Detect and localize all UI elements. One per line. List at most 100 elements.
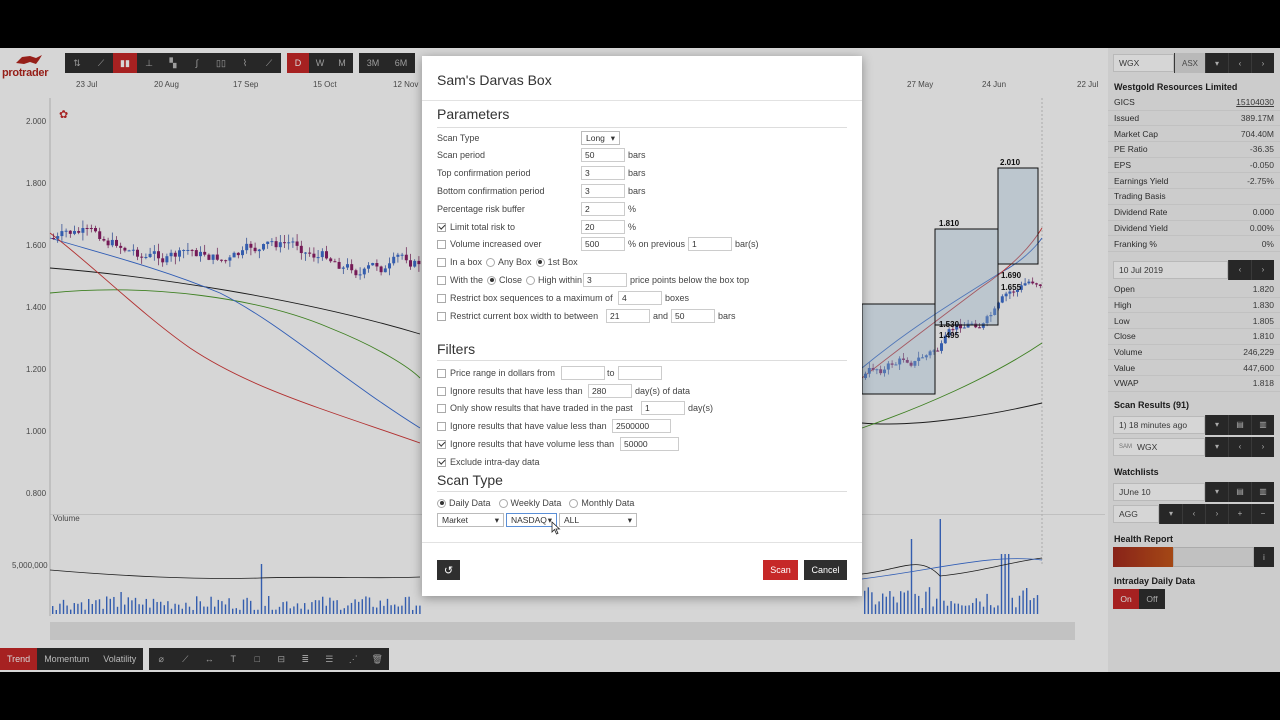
traded-label: Only show results that have traded in th… [450,403,633,413]
filters-heading: Filters [437,341,476,357]
high-within-label: High within [538,275,583,285]
chevron-down-icon: ▾ [610,132,615,143]
bars-unit: bars [628,186,646,196]
ignore-volume-row: Ignore results that have volume less tha… [437,437,614,451]
traded-days-input[interactable]: 1 [641,401,685,415]
with-the-row: With the Close High within [437,273,582,287]
restrict-sequence-checkbox[interactable] [437,293,446,303]
with-the-checkbox[interactable] [437,275,446,285]
restrict-width-from-input[interactable]: 21 [606,309,650,323]
any-box-label: Any Box [498,257,532,267]
ignore-value-input[interactable]: 2500000 [612,419,671,433]
ignore-days-checkbox[interactable] [437,386,446,396]
boxes-unit: boxes [665,293,690,303]
traded-checkbox[interactable] [437,403,446,413]
scan-period-label: Scan period [437,150,486,160]
percent-unit: % [628,204,637,214]
ignore-value-checkbox[interactable] [437,421,446,431]
volume-increase-unit: % on previous [628,239,686,249]
price-from-input[interactable] [561,366,605,380]
cancel-button[interactable]: Cancel [804,560,847,580]
price-to-input[interactable] [618,366,662,380]
ignore-volume-label: Ignore results that have volume less tha… [450,439,615,449]
limit-risk-label: Limit total risk to [450,222,516,232]
close-label: Close [499,275,523,285]
close-radio[interactable] [487,275,497,285]
data-frequency-row: Daily Data Weekly Data Monthly Data [437,496,634,510]
market-select[interactable]: Market ▾ [437,513,504,527]
limit-risk-checkbox[interactable] [437,222,446,232]
daily-data-label: Daily Data [449,498,491,508]
bottom-confirmation-label: Bottom confirmation period [437,186,545,196]
chevron-down-icon: ▾ [627,514,632,525]
scan-button[interactable]: Scan [763,560,798,580]
sector-select[interactable]: ALL ▾ [559,513,637,527]
with-the-label: With the [450,275,484,285]
and-label: and [653,311,669,321]
price-range-checkbox[interactable] [437,368,446,378]
bars-unit: bars [718,311,736,321]
reset-icon[interactable]: ↺ [437,560,460,580]
ignore-volume-input[interactable]: 50000 [620,437,679,451]
high-within-radio[interactable] [526,275,536,285]
bars-unit: bar(s) [735,239,759,249]
bottom-confirmation-input[interactable]: 3 [581,184,625,198]
parameters-divider [437,127,847,128]
ignore-volume-checkbox[interactable] [437,439,446,449]
ignore-value-label: Ignore results that have value less than [450,421,607,431]
to-label: to [607,368,615,378]
parameters-heading: Parameters [437,106,510,122]
monthly-data-label: Monthly Data [581,498,635,508]
percent-unit: % [628,222,637,232]
exclude-intraday-label: Exclude intra-day data [450,457,540,467]
high-within-unit: price points below the box top [630,275,750,285]
daily-data-radio[interactable] [437,498,446,508]
scan-type-value: Long [586,133,605,143]
price-range-row: Price range in dollars from [437,366,555,380]
market-select-value: Market [442,515,468,525]
volume-increase-label: Volume increased over [450,239,542,249]
scan-type-heading: Scan Type [437,472,503,488]
in-box-row: In a box Any Box 1st Box [437,255,578,269]
scan-type-select[interactable]: Long ▾ [581,131,620,145]
weekly-data-label: Weekly Data [510,498,562,508]
limit-risk-input[interactable]: 20 [581,220,625,234]
ignore-value-row: Ignore results that have value less than [437,419,607,433]
ignore-days-label: Ignore results that have less than [450,386,583,396]
exchange-select[interactable]: NASDAQ ▾ [506,513,557,527]
restrict-width-to-input[interactable]: 50 [671,309,715,323]
weekly-data-radio[interactable] [498,498,508,508]
ignore-days-input[interactable]: 280 [588,384,632,398]
volume-increase-checkbox[interactable] [437,239,446,249]
exclude-intraday-row: Exclude intra-day data [437,455,540,469]
restrict-sequence-label: Restrict box sequences to a maximum of [450,293,613,303]
first-box-label: 1st Box [547,257,578,267]
volume-previous-bars-input[interactable]: 1 [688,237,732,251]
volume-increase-input[interactable]: 500 [581,237,625,251]
risk-buffer-label: Percentage risk buffer [437,204,525,214]
filters-divider [437,360,847,361]
scan-period-input[interactable]: 50 [581,148,625,162]
bars-unit: bars [628,150,646,160]
scan-type-divider [437,491,847,492]
restrict-sequence-input[interactable]: 4 [618,291,662,305]
any-box-radio[interactable] [486,257,496,267]
top-confirmation-label: Top confirmation period [437,168,531,178]
price-range-label: Price range in dollars from [450,368,556,378]
days-unit: day(s) [688,403,714,413]
exclude-intraday-checkbox[interactable] [437,457,446,467]
monthly-data-radio[interactable] [569,498,579,508]
scan-type-label: Scan Type [437,133,480,143]
restrict-sequence-row: Restrict box sequences to a maximum of [437,291,613,305]
chevron-down-icon: ▾ [494,514,499,525]
limit-risk-row: Limit total risk to [437,220,515,234]
first-box-radio[interactable] [535,257,545,267]
restrict-width-checkbox[interactable] [437,311,446,321]
in-box-label: In a box [450,257,483,267]
footer-divider [422,542,862,543]
high-within-input[interactable]: 3 [583,273,627,287]
risk-buffer-input[interactable]: 2 [581,202,625,216]
in-box-checkbox[interactable] [437,257,446,267]
dialog-title: Sam's Darvas Box [437,72,552,88]
top-confirmation-input[interactable]: 3 [581,166,625,180]
